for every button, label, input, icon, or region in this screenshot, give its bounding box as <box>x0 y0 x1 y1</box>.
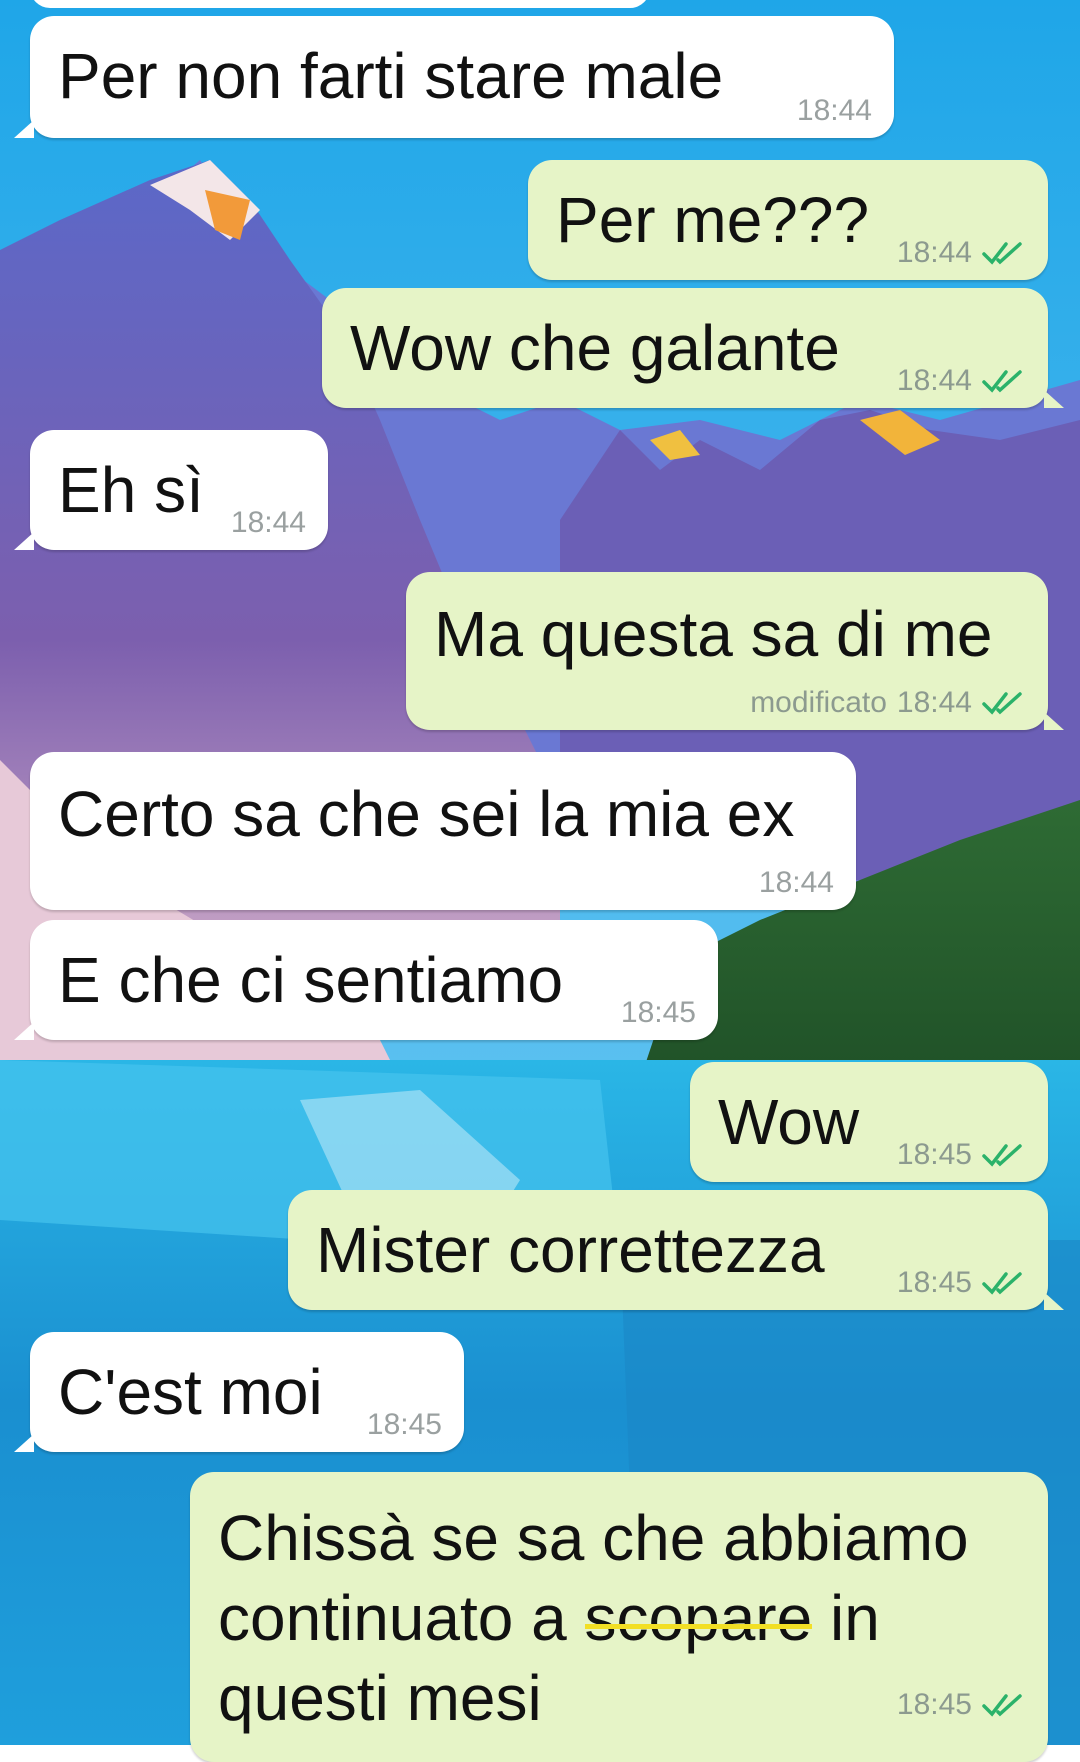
message-time: 18:45 <box>896 1688 972 1721</box>
message-time: 18:44 <box>896 686 972 719</box>
message-incoming[interactable]: E che ci sentiamo 18:45 <box>14 920 718 1040</box>
message-text: Ma questa sa di me <box>434 598 993 670</box>
message-meta: 18:45 <box>621 996 696 1030</box>
message-outgoing[interactable]: Ma questa sa di me modificato 18:44 <box>406 572 1064 730</box>
double-check-icon <box>982 370 1022 393</box>
message-line-end: in <box>812 1582 880 1654</box>
message-meta: 18:44 <box>897 364 1026 398</box>
message-meta: 18:44 <box>897 236 1026 270</box>
message-incoming[interactable]: C'est moi 18:45 <box>14 1332 464 1452</box>
message-meta: 18:45 <box>897 1688 1026 1722</box>
struck-word: scopare <box>584 1582 813 1654</box>
message-meta: 18:44 <box>759 866 834 900</box>
message-time: 18:45 <box>896 1138 972 1171</box>
message-text: Eh sì <box>58 454 204 526</box>
message-text: Chissà se sa che abbiamo continuato a sc… <box>218 1498 969 1738</box>
message-meta: modificato 18:44 <box>750 686 1026 720</box>
message-time: 18:44 <box>758 866 834 899</box>
message-meta: 18:44 <box>797 94 872 128</box>
message-outgoing[interactable]: Mister correttezza 18:45 <box>288 1190 1064 1310</box>
message-list[interactable]: Per non farti stare male 18:44 Per me???… <box>0 0 1080 1762</box>
message-line: continuato a scopare in <box>218 1578 969 1658</box>
message-text: Certo sa che sei la mia ex <box>58 778 795 850</box>
previous-message-edge <box>30 0 650 8</box>
message-time: 18:45 <box>366 1408 442 1441</box>
message-time: 18:44 <box>896 364 972 397</box>
edited-label: modificato <box>750 686 887 719</box>
double-check-icon <box>982 1694 1022 1717</box>
message-text: C'est moi <box>58 1356 323 1428</box>
double-check-icon <box>982 1144 1022 1167</box>
message-meta: 18:45 <box>367 1408 442 1442</box>
message-time: 18:45 <box>620 996 696 1029</box>
message-time: 18:44 <box>896 236 972 269</box>
message-meta: 18:44 <box>231 506 306 540</box>
message-text: E che ci sentiamo <box>58 944 564 1016</box>
message-meta: 18:45 <box>897 1138 1026 1172</box>
message-incoming[interactable]: Certo sa che sei la mia ex 18:44 <box>30 752 856 910</box>
message-time: 18:44 <box>230 506 306 539</box>
message-text: Wow che galante <box>350 312 840 384</box>
message-text: Mister correttezza <box>316 1214 825 1286</box>
message-line: Chissà se sa che abbiamo <box>218 1502 969 1574</box>
message-time: 18:45 <box>896 1266 972 1299</box>
double-check-icon <box>982 1272 1022 1295</box>
message-outgoing[interactable]: Wow 18:45 <box>690 1062 1048 1182</box>
message-meta: 18:45 <box>897 1266 1026 1300</box>
message-incoming[interactable]: Per non farti stare male 18:44 <box>14 16 894 138</box>
double-check-icon <box>982 692 1022 715</box>
message-outgoing[interactable]: Per me??? 18:44 <box>528 160 1048 280</box>
message-incoming[interactable]: Eh sì 18:44 <box>14 430 328 550</box>
message-outgoing[interactable]: Wow che galante 18:44 <box>322 288 1064 408</box>
message-time: 18:44 <box>796 94 872 127</box>
message-text: Wow <box>718 1086 860 1158</box>
message-text: Per non farti stare male <box>58 40 724 112</box>
message-line-start: continuato a <box>218 1582 585 1654</box>
message-text: Per me??? <box>556 184 870 256</box>
message-line: questi mesi <box>218 1662 542 1734</box>
message-outgoing[interactable]: Chissà se sa che abbiamo continuato a sc… <box>190 1472 1048 1762</box>
double-check-icon <box>982 242 1022 265</box>
